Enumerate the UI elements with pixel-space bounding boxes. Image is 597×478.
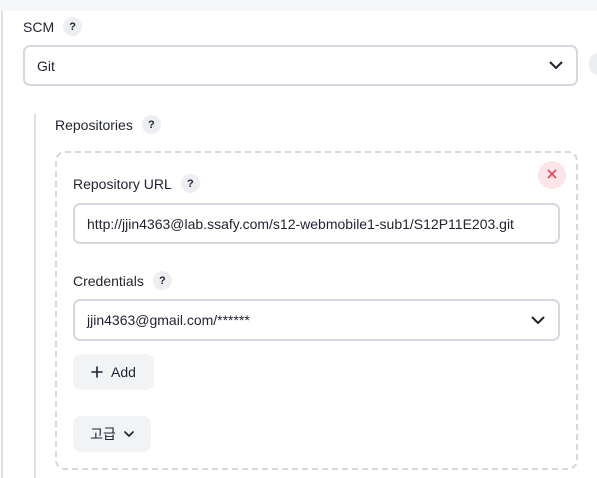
repository-url-input[interactable]: http://jjin4363@lab.ssafy.com/s12-webmob… [73, 203, 560, 244]
repository-url-label: Repository URL [73, 175, 172, 192]
repository-url-value: http://jjin4363@lab.ssafy.com/s12-webmob… [87, 215, 514, 232]
repository-url-help-icon[interactable]: ? [180, 174, 200, 193]
chevron-down-icon [548, 58, 564, 74]
section-indent-line [1, 11, 3, 478]
repositories-label-row: Repositories ? [55, 115, 161, 134]
add-button-label: Add [111, 364, 136, 380]
repositories-indent-line [34, 113, 36, 478]
scm-help-icon[interactable]: ? [63, 17, 83, 36]
advanced-button-label: 고급 [90, 426, 116, 442]
scm-select-value: Git [37, 57, 55, 74]
chevron-down-icon [530, 312, 546, 328]
credentials-select-value: jjin4363@gmail.com/****** [87, 312, 250, 328]
credentials-help-icon[interactable]: ? [152, 271, 172, 290]
help-toggle-edge [589, 53, 597, 75]
credentials-label-row: Credentials ? [73, 271, 172, 290]
add-credentials-button[interactable]: Add [73, 354, 154, 390]
credentials-select[interactable]: jjin4363@gmail.com/****** [73, 299, 560, 341]
repository-url-label-row: Repository URL ? [73, 174, 200, 193]
credentials-label: Credentials [73, 272, 144, 289]
scm-label: SCM [23, 18, 55, 35]
advanced-button[interactable]: 고급 [73, 416, 151, 452]
scm-config-panel: SCM ? Git Repositories ? Repository URL … [0, 0, 597, 478]
repositories-help-icon[interactable]: ? [141, 115, 161, 134]
plus-icon [91, 366, 103, 378]
scm-label-row: SCM ? [23, 17, 83, 36]
chevron-down-icon [124, 430, 134, 438]
repositories-label: Repositories [55, 116, 133, 133]
close-icon [547, 166, 557, 184]
scm-select[interactable]: Git [23, 45, 578, 86]
top-strip [0, 0, 597, 11]
remove-repository-button[interactable] [538, 161, 566, 189]
